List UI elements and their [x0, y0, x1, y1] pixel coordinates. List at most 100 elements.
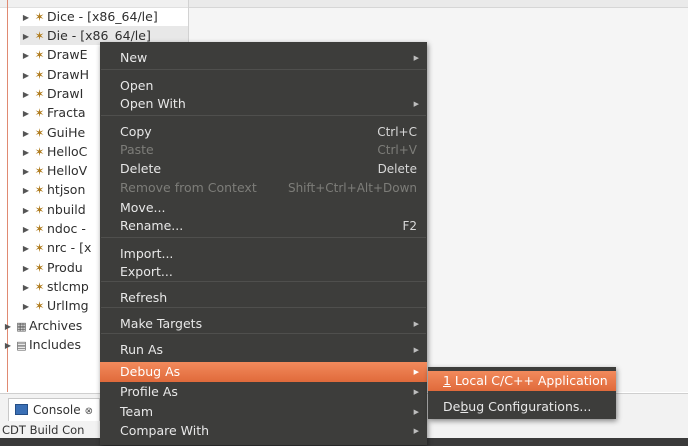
expand-arrow-icon[interactable]: ▶ [20, 66, 32, 85]
expand-arrow-icon[interactable]: ▶ [20, 220, 32, 239]
shortcut-label: F2 [402, 219, 417, 233]
expand-arrow-icon[interactable]: ▶ [20, 278, 32, 297]
c-project-icon: ✶ [34, 183, 45, 197]
menu-item-open[interactable]: Open [100, 76, 427, 96]
shortcut-label: Shift+Ctrl+Alt+Down [287, 181, 417, 195]
menu-item-label: Copy [120, 124, 152, 139]
menu-item-debug-configurations[interactable]: Debug Configurations... [428, 397, 616, 417]
tree-item-label: HelloV [47, 163, 88, 178]
tree-item-label: Die - [x86_64/le] [47, 28, 151, 43]
c-project-icon: ✶ [34, 222, 45, 236]
c-project-icon: ✶ [34, 87, 45, 101]
menu-item-export[interactable]: Export... [100, 262, 427, 282]
c-project-icon: ✶ [34, 241, 45, 255]
menu-item-label: Delete [120, 161, 162, 176]
c-project-icon: ✶ [34, 203, 45, 217]
submenu-arrow-icon: ▶ [413, 320, 419, 328]
menu-item-team[interactable]: Team ▶ [100, 402, 427, 422]
menu-separator [101, 69, 426, 70]
shortcut-label: Delete [377, 162, 417, 176]
expand-arrow-icon[interactable]: ▶ [20, 239, 32, 258]
menu-item-open-with[interactable]: Open With ▶ [100, 94, 427, 114]
shortcut-label: Ctrl+C [377, 125, 417, 139]
menu-item-label: Run As [120, 342, 164, 357]
label-part: ug Configurations... [468, 399, 592, 414]
expand-arrow-icon[interactable]: ▶ [2, 317, 14, 336]
tree-item-label: UrlImg [47, 298, 89, 313]
menu-item-compare-with[interactable]: Compare With ▶ [100, 421, 427, 441]
expand-arrow-icon[interactable]: ▶ [20, 124, 32, 143]
expand-arrow-icon[interactable]: ▶ [20, 8, 32, 27]
label-part: De [443, 399, 461, 414]
expand-arrow-icon[interactable]: ▶ [2, 336, 14, 355]
tree-item-label: stlcmp [47, 279, 89, 294]
submenu-arrow-icon: ▶ [413, 100, 419, 108]
c-project-icon: ✶ [34, 106, 45, 120]
menu-item-label: Move... [120, 200, 166, 215]
includes-icon: ▤ [16, 339, 27, 352]
tree-item-label: ndoc - [47, 221, 86, 236]
c-project-icon: ✶ [34, 126, 45, 140]
menu-item-label: Make Targets [120, 316, 203, 331]
submenu-arrow-icon: ▶ [413, 388, 419, 396]
menu-item-delete[interactable]: Delete Delete [100, 159, 427, 179]
expand-arrow-icon[interactable]: ▶ [20, 297, 32, 316]
context-menu: New ▶ Open Open With ▶ Copy Ctrl+C Paste Ctrl+V D… [100, 42, 427, 445]
menu-item-label: Open [120, 78, 154, 93]
c-project-icon: ✶ [34, 48, 45, 62]
submenu-item-label: Local C/C++ Application [450, 373, 608, 388]
expand-arrow-icon[interactable]: ▶ [20, 181, 32, 200]
tree-item-label: nrc - [x [47, 240, 92, 255]
menu-item-paste: Paste Ctrl+V [100, 140, 427, 160]
menu-separator [101, 115, 426, 116]
menu-item-debug-as[interactable]: Debug As ▶ [100, 362, 427, 382]
shortcut-label: Ctrl+V [377, 143, 417, 157]
tree-item-project[interactable]: ▶ ✶ Dice - [x86_64/le] [20, 7, 188, 26]
expand-arrow-icon[interactable]: ▶ [20, 143, 32, 162]
archives-icon: ▦ [16, 320, 27, 333]
menu-item-new[interactable]: New ▶ [100, 48, 427, 68]
menu-item-label: Paste [120, 142, 154, 157]
tree-item-label: DrawI [47, 86, 84, 101]
menu-item-refresh[interactable]: Refresh [100, 288, 427, 308]
expand-arrow-icon[interactable]: ▶ [20, 27, 32, 46]
tree-item-label: Produ [47, 260, 83, 275]
close-icon[interactable]: ⊗ [85, 406, 93, 417]
c-project-icon: ✶ [34, 68, 45, 82]
expand-arrow-icon[interactable]: ▶ [20, 104, 32, 123]
tree-item-label: Fracta [47, 105, 86, 120]
c-project-icon: ✶ [34, 299, 45, 313]
c-project-icon: ✶ [34, 164, 45, 178]
submenu-arrow-icon: ▶ [413, 408, 419, 416]
submenu-arrow-icon: ▶ [413, 368, 419, 376]
tab-console[interactable]: Console ⊗ [8, 398, 101, 421]
menu-item-move[interactable]: Move... [100, 198, 427, 218]
tree-item-label: htjson [47, 182, 86, 197]
submenu-arrow-icon: ▶ [413, 427, 419, 435]
menu-item-import[interactable]: Import... [100, 244, 427, 264]
cdt-build-console-label: CDT Build Con [2, 423, 85, 437]
menu-item-profile-as[interactable]: Profile As ▶ [100, 382, 427, 402]
menu-item-remove-from-context: Remove from Context Shift+Ctrl+Alt+Down [100, 178, 427, 198]
tree-item-label: GuiHe [47, 125, 86, 140]
console-icon [15, 404, 28, 415]
c-project-icon: ✶ [34, 29, 45, 43]
expand-arrow-icon[interactable]: ▶ [20, 259, 32, 278]
tree-item-label: Dice - [x86_64/le] [47, 9, 158, 24]
menu-item-make-targets[interactable]: Make Targets ▶ [100, 314, 427, 334]
expand-arrow-icon[interactable]: ▶ [20, 85, 32, 104]
expand-arrow-icon[interactable]: ▶ [20, 201, 32, 220]
menu-item-label: Profile As [120, 384, 178, 399]
menu-item-label: New [120, 50, 148, 65]
menu-item-local-cpp-application[interactable]: 1 Local C/C++ Application [428, 371, 616, 391]
expand-arrow-icon[interactable]: ▶ [20, 162, 32, 181]
c-project-icon: ✶ [34, 261, 45, 275]
c-project-icon: ✶ [34, 280, 45, 294]
expand-arrow-icon[interactable]: ▶ [20, 46, 32, 65]
menu-item-run-as[interactable]: Run As ▶ [100, 340, 427, 360]
menu-item-label: Open With [120, 96, 186, 111]
menu-item-rename[interactable]: Rename... F2 [100, 216, 427, 236]
tree-item-label: Includes [29, 337, 82, 352]
menu-item-copy[interactable]: Copy Ctrl+C [100, 122, 427, 142]
menu-item-label: Refresh [120, 290, 168, 305]
